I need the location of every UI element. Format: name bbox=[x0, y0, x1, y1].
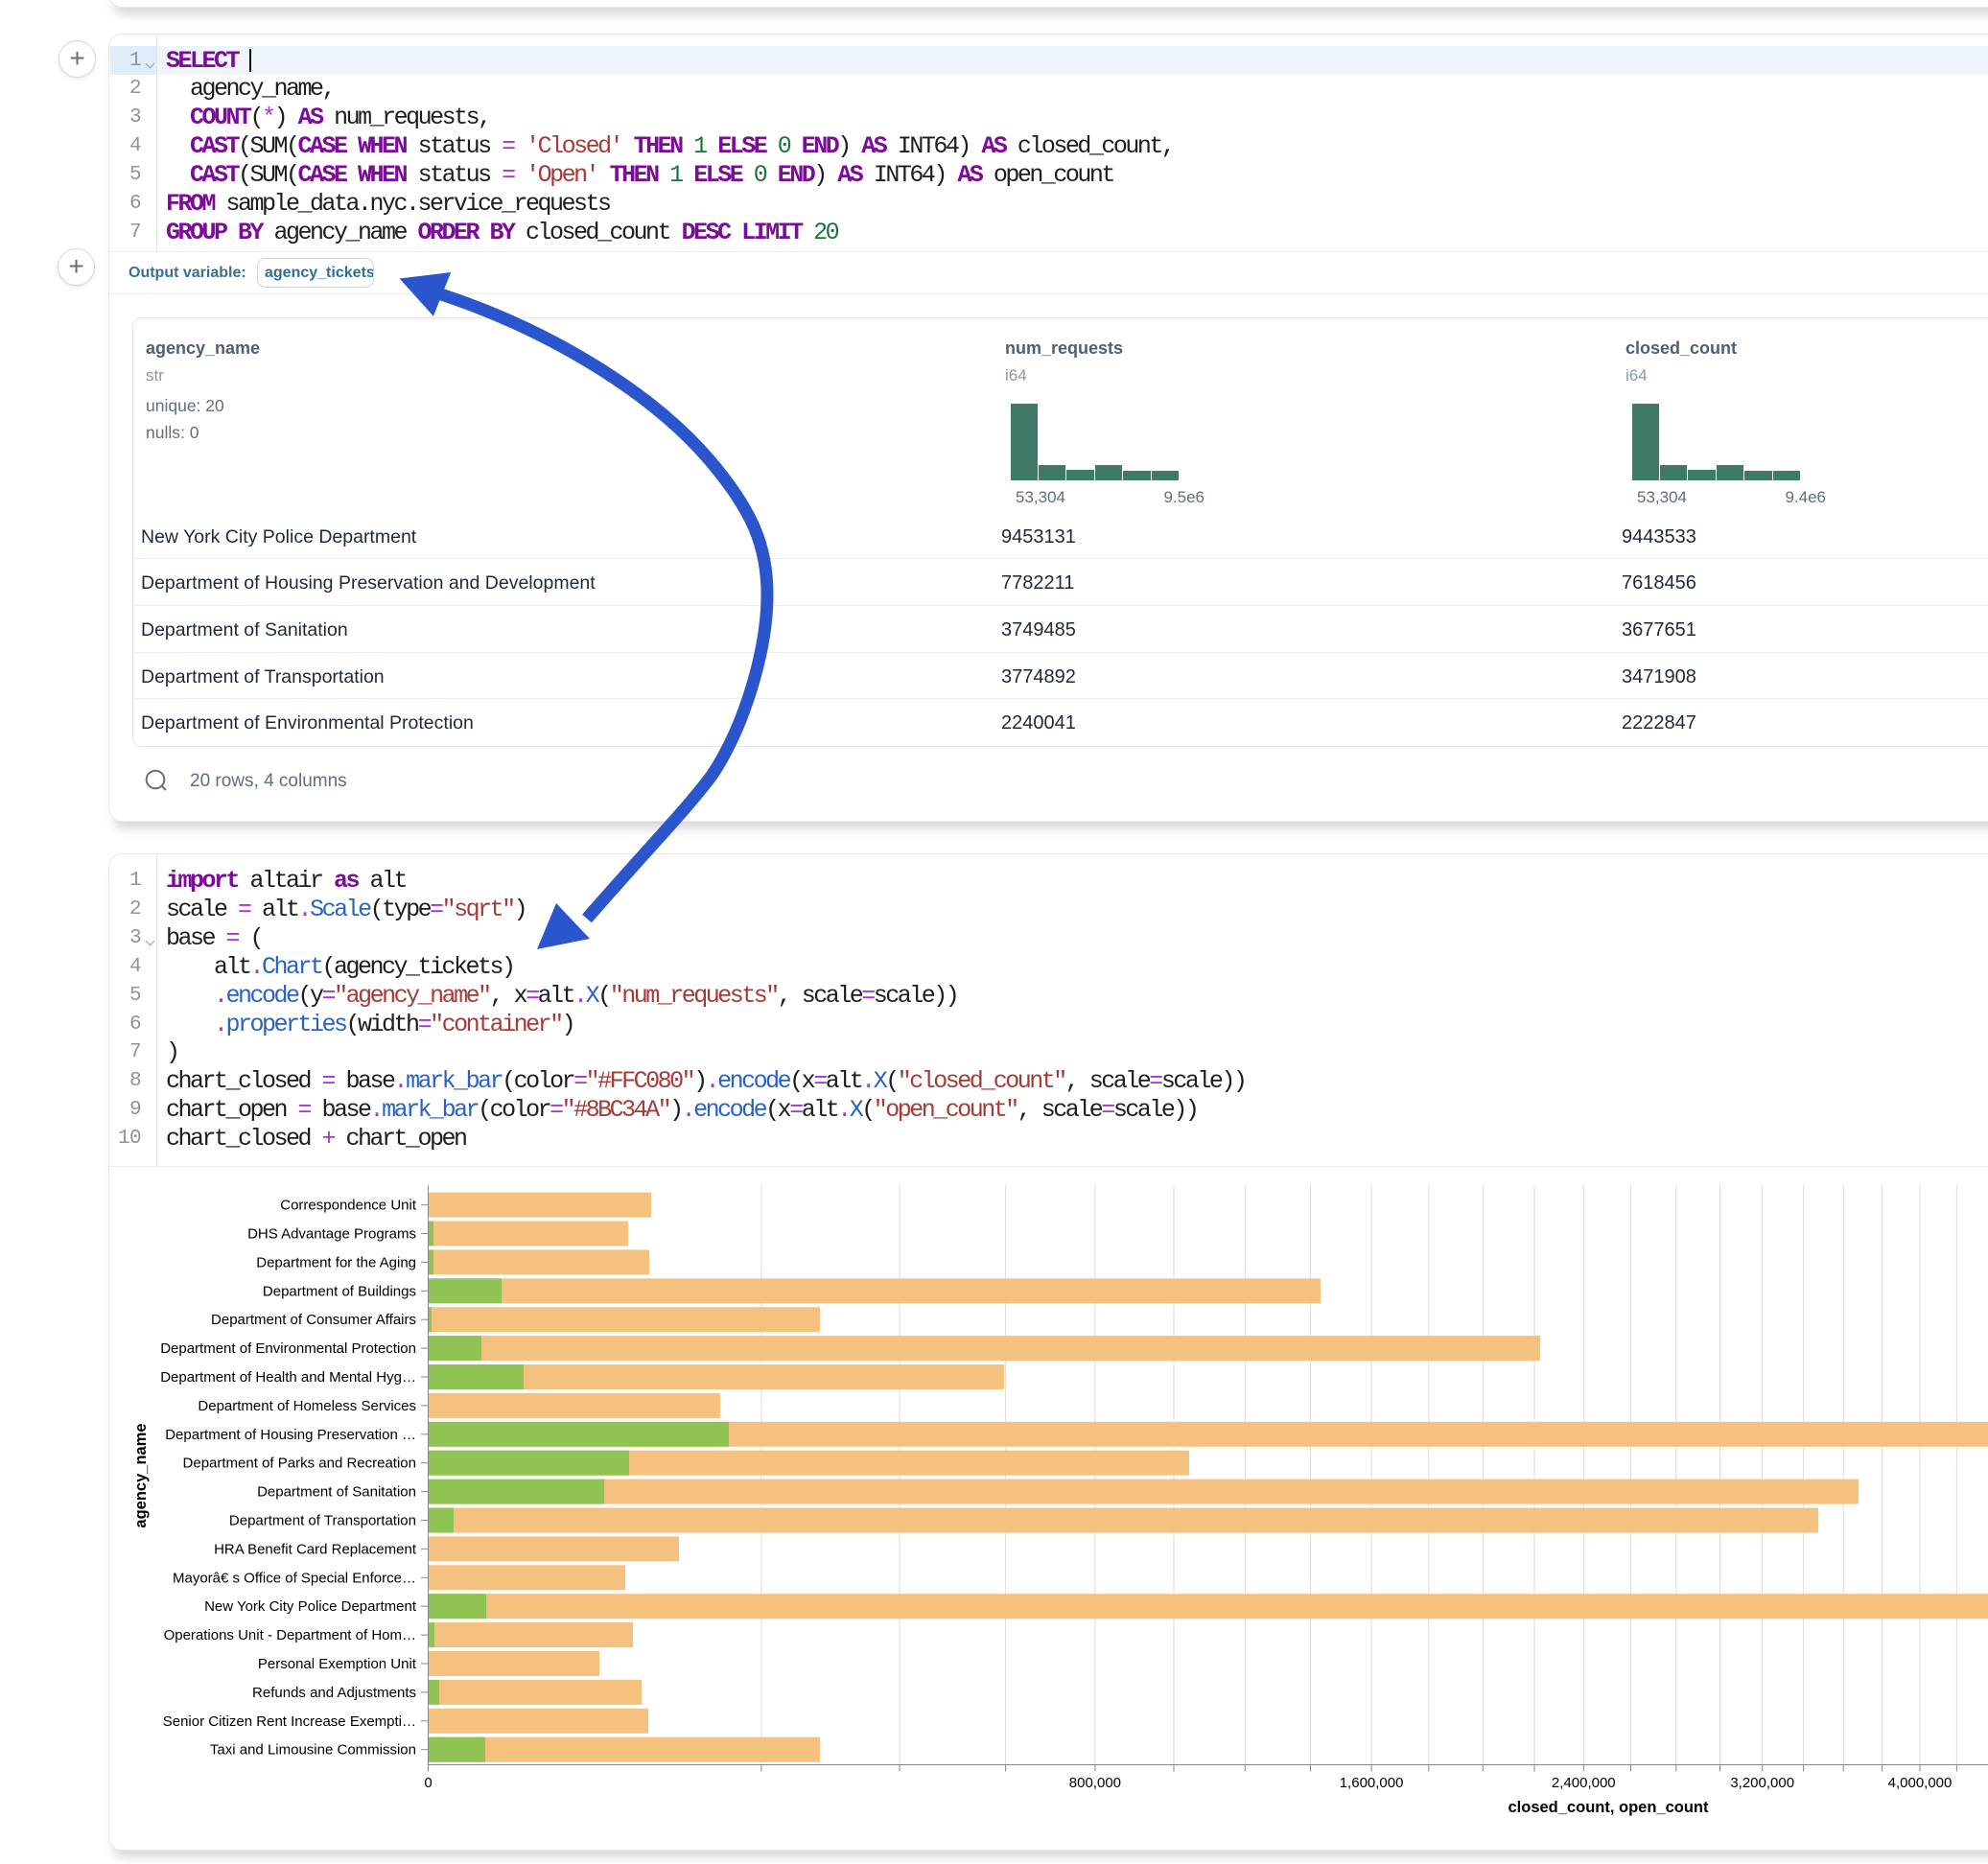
svg-text:New York City Police Departmen: New York City Police Department bbox=[204, 1598, 417, 1615]
svg-text:Personal Exemption Unit: Personal Exemption Unit bbox=[258, 1656, 417, 1672]
svg-text:Department of Homeless Service: Department of Homeless Services bbox=[198, 1398, 416, 1414]
svg-text:0: 0 bbox=[424, 1775, 432, 1791]
svg-text:closed_count, open_count: closed_count, open_count bbox=[1508, 1799, 1709, 1816]
svg-text:Mayorâ€ s Office of Special En: Mayorâ€ s Office of Special Enforce… bbox=[173, 1570, 416, 1586]
svg-text:Department of Consumer Affairs: Department of Consumer Affairs bbox=[211, 1312, 416, 1328]
svg-text:1,600,000: 1,600,000 bbox=[1340, 1775, 1404, 1791]
svg-text:Senior Citizen Rent Increase E: Senior Citizen Rent Increase Exempti… bbox=[163, 1713, 416, 1730]
svg-text:Department of Health and Menta: Department of Health and Mental Hyg… bbox=[160, 1369, 416, 1386]
svg-text:Department for the Aging: Department for the Aging bbox=[256, 1254, 416, 1270]
svg-text:3,200,000: 3,200,000 bbox=[1730, 1775, 1794, 1791]
svg-text:agency_name: agency_name bbox=[132, 1423, 150, 1527]
svg-text:Department of Transportation: Department of Transportation bbox=[229, 1513, 416, 1529]
svg-text:Operations Unit - Department o: Operations Unit - Department of Hom… bbox=[164, 1627, 416, 1643]
svg-text:Taxi and Limousine Commission: Taxi and Limousine Commission bbox=[210, 1742, 416, 1759]
svg-text:4,000,000: 4,000,000 bbox=[1888, 1775, 1953, 1791]
svg-text:Department of Housing Preserva: Department of Housing Preservation … bbox=[165, 1427, 416, 1443]
svg-text:Department of Sanitation: Department of Sanitation bbox=[257, 1484, 416, 1501]
svg-text:Department of Environmental Pr: Department of Environmental Protection bbox=[160, 1340, 416, 1357]
svg-text:800,000: 800,000 bbox=[1069, 1775, 1121, 1791]
svg-text:DHS Advantage Programs: DHS Advantage Programs bbox=[247, 1226, 416, 1243]
svg-text:Department of Parks and Recrea: Department of Parks and Recreation bbox=[183, 1456, 416, 1472]
svg-text:Department of Buildings: Department of Buildings bbox=[263, 1283, 416, 1299]
svg-text:Refunds and Adjustments: Refunds and Adjustments bbox=[252, 1685, 416, 1701]
svg-text:HRA Benefit Card Replacement: HRA Benefit Card Replacement bbox=[214, 1541, 417, 1557]
svg-text:Correspondence Unit: Correspondence Unit bbox=[280, 1198, 417, 1214]
svg-text:2,400,000: 2,400,000 bbox=[1552, 1775, 1616, 1791]
